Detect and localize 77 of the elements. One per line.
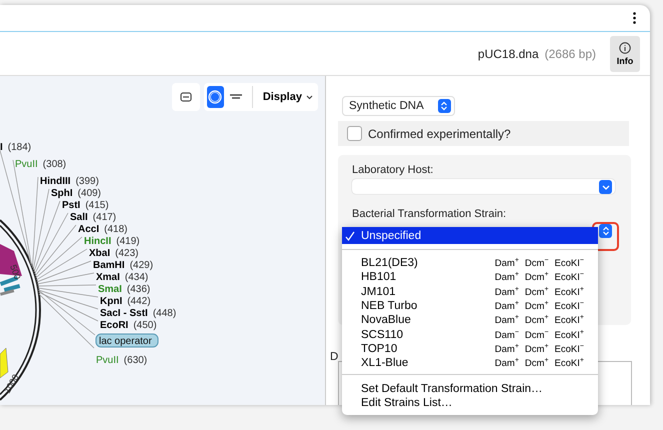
- linear-map-icon: [228, 93, 243, 101]
- enzyme-label: XmaI (434): [96, 272, 148, 283]
- methylation-marker: EcoKI$^{+}$: [554, 314, 584, 326]
- enzyme-label: SphI (409): [51, 188, 102, 199]
- menu-item[interactable]: Set Default Transformation Strain…: [342, 382, 598, 396]
- methylation-marker: Dam$^{+}$: [494, 357, 519, 370]
- up-down-arrows-icon: [440, 101, 448, 111]
- check-icon: [345, 231, 355, 241]
- menu-item[interactable]: Unspecified: [342, 227, 598, 244]
- enzyme-label: AccI (418): [78, 224, 128, 235]
- file-name: pUC18.dna: [478, 46, 539, 60]
- menu-item[interactable]: JM101 Dam$^{+}$ Dcm$^{+}$ EcoKI$^{+}$: [342, 284, 598, 299]
- methylation-marker: EcoKI$^{−}$: [554, 271, 584, 284]
- display-button[interactable]: Display: [260, 91, 315, 103]
- info-icon: [619, 42, 631, 54]
- enzyme-label: HindIII (399): [40, 176, 99, 187]
- chevron-down-icon: [306, 94, 313, 100]
- methylation-marker: Dcm$^{+}$: [524, 300, 549, 312]
- more-icon[interactable]: [633, 12, 636, 24]
- field-label: Bacterial Transformation Strain:: [352, 208, 508, 220]
- methylation-marker: Dam$^{+}$: [494, 257, 519, 270]
- methylation-marker: Dam$^{+}$: [494, 286, 519, 298]
- enzyme-label: HincII (419): [84, 236, 140, 247]
- enzyme-label: SmaI (436): [98, 284, 150, 295]
- methylation-marker: Dam$^{+}$: [494, 300, 519, 312]
- menu-item[interactable]: TOP10 Dam$^{+}$ Dcm$^{+}$ EcoKI$^{−}$: [342, 342, 598, 356]
- enzyme-label: XbaI (423): [89, 248, 138, 259]
- methylation-marker: EcoKI$^{+}$: [554, 328, 584, 341]
- stepper-icon[interactable]: [599, 224, 612, 238]
- molecule-type-select[interactable]: Synthetic DNA: [342, 96, 455, 116]
- circle-icon: [208, 90, 222, 104]
- menu-item[interactable]: HB101 Dam$^{+}$ Dcm$^{+}$ EcoKI$^{−}$: [342, 270, 598, 285]
- section-label: D: [330, 351, 338, 363]
- methylation-marker: Dam$^{+}$: [494, 271, 519, 284]
- enzyme-label: SacI - SstI (448): [100, 308, 176, 319]
- menu-item[interactable]: NovaBlue Dam$^{+}$ Dcm$^{+}$ EcoKI$^{+}$: [342, 313, 598, 328]
- sequence-length: (2686 bp): [544, 46, 596, 60]
- up-down-arrows-icon: [602, 226, 610, 236]
- checkbox-label: Confirmed experimentally?: [368, 126, 511, 140]
- field-label: Laboratory Host:: [352, 164, 434, 176]
- enzyme-label: PvuII (308): [15, 159, 66, 170]
- methylation-marker: EcoKI$^{−}$: [554, 257, 584, 270]
- enzyme-label: PvuII (630): [96, 355, 148, 366]
- checkbox[interactable]: [347, 126, 362, 141]
- methylation-marker: EcoKI$^{+}$: [554, 286, 584, 298]
- methylation-marker: Dcm$^{+}$: [524, 342, 549, 355]
- tick-label: 500: [8, 263, 23, 281]
- enzyme-label: SalI (417): [70, 212, 116, 223]
- methylation-marker: Dcm$^{+}$: [524, 357, 549, 370]
- methylation-marker: Dam$^{+}$: [494, 342, 519, 355]
- enzyme-label: I (184): [0, 142, 32, 153]
- methylation-marker: Dcm$^{+}$: [524, 286, 549, 298]
- host-select[interactable]: [352, 179, 615, 194]
- feature-label: lac operator: [96, 334, 158, 348]
- menu-item[interactable]: SCS110 Dam$^{−}$ Dcm$^{−}$ EcoKI$^{+}$: [342, 327, 598, 342]
- menu-item[interactable]: BL21(DE3) Dam$^{+}$ Dcm$^{−}$ EcoKI$^{−}$: [342, 256, 598, 270]
- toolbar-button[interactable]: [172, 83, 200, 111]
- methylation-marker: Dcm$^{−}$: [524, 257, 549, 270]
- methylation-marker: EcoKI$^{+}$: [554, 357, 584, 370]
- enzyme-label: BamHI (429): [93, 260, 154, 271]
- sequence-view-icon: [180, 92, 192, 102]
- enzyme-label: EcoRI (450): [100, 320, 157, 331]
- enzyme-label: PstI (415): [62, 200, 109, 211]
- methylation-marker: Dam$^{−}$: [494, 328, 519, 341]
- methylation-marker: EcoKI$^{−}$: [554, 342, 584, 355]
- methylation-marker: Dam$^{+}$: [494, 314, 519, 326]
- chevron-down-icon: [602, 182, 610, 190]
- methylation-marker: Dcm$^{−}$: [524, 328, 549, 341]
- menu-item[interactable]: XL1-Blue Dam$^{+}$ Dcm$^{+}$ EcoKI$^{+}$: [342, 356, 598, 370]
- menu-item[interactable]: Edit Strains List…: [342, 396, 598, 410]
- methylation-marker: Dcm$^{+}$: [524, 314, 549, 326]
- methylation-marker: EcoKI$^{−}$: [554, 300, 584, 312]
- methylation-marker: Dcm$^{+}$: [524, 271, 549, 284]
- menu-item[interactable]: NEB Turbo Dam$^{+}$ Dcm$^{+}$ EcoKI$^{−}$: [342, 298, 598, 314]
- circular-view-button[interactable]: [207, 86, 224, 108]
- enzyme-label: KpnI (442): [100, 296, 151, 307]
- info-button[interactable]: Info: [610, 36, 640, 72]
